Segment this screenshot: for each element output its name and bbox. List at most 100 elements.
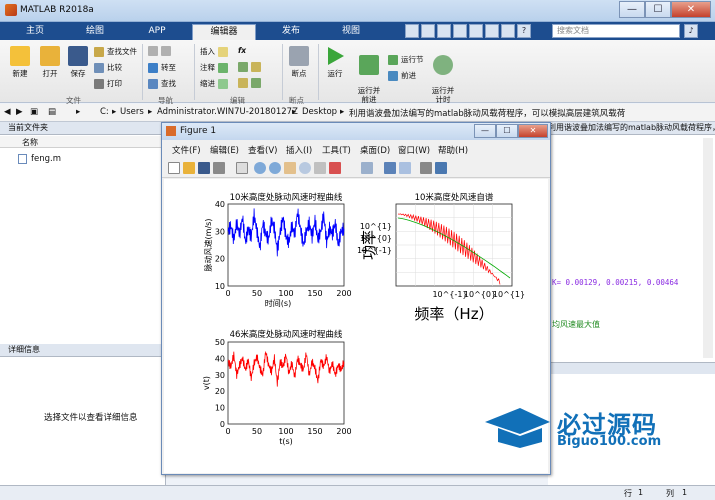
path-segment[interactable]: Administrator.WIN7U-20180127Z [157, 107, 298, 117]
menu-tools[interactable]: 工具(T) [322, 144, 351, 156]
column-header-name[interactable]: 名称 [0, 136, 166, 148]
zoom-out-icon[interactable] [269, 162, 281, 174]
row-label: 行 [624, 489, 632, 498]
menu-window[interactable]: 窗口(W) [398, 144, 430, 156]
path-segment[interactable]: Users [120, 107, 144, 117]
rotate-icon[interactable] [299, 162, 311, 174]
menu-view[interactable]: 查看(V) [248, 144, 277, 156]
address-bar[interactable]: ◀ ▶ ▣ ▤ ▸ C: ▸ Users ▸ Administrator.WIN… [0, 104, 715, 122]
help-quick-button[interactable]: ? [517, 24, 531, 38]
menu-file[interactable]: 文件(F) [172, 144, 201, 156]
path-root-icon: ▸ [76, 107, 81, 117]
copy-quick-icon[interactable] [437, 24, 451, 38]
folder-up-icon[interactable]: ▣ [30, 107, 38, 117]
search-docs-input[interactable]: 搜索文档 [552, 24, 680, 38]
tab-apps[interactable]: APP [128, 24, 186, 40]
switch-window-icon[interactable] [501, 24, 515, 38]
run-and-time-button[interactable]: 运行并 计时 [428, 46, 458, 104]
subplot-1-xticks: 0 50 100 150 200 [225, 289, 351, 298]
notification-icon[interactable]: ♪ [684, 24, 698, 38]
find-button[interactable]: 查找 [148, 78, 176, 89]
smart-indent-button[interactable] [238, 78, 261, 88]
y-tick-label: 40 [215, 354, 225, 363]
minimize-button[interactable]: — [619, 1, 645, 18]
percent-button[interactable] [238, 62, 261, 72]
tab-publish[interactable]: 发布 [262, 24, 320, 40]
y-tick-label: 40 [215, 200, 225, 209]
cut-quick-icon[interactable] [421, 24, 435, 38]
save-figure-icon[interactable] [198, 162, 210, 174]
save-button[interactable]: 保存 [64, 46, 92, 79]
data-cursor-icon[interactable] [314, 162, 326, 174]
tab-editor[interactable]: 编辑器 [192, 24, 256, 40]
col-value: 1 [682, 488, 688, 497]
insert-colorbar-icon[interactable] [384, 162, 396, 174]
insert-button[interactable]: 插入 [200, 46, 228, 57]
menu-insert[interactable]: 插入(I) [286, 144, 312, 156]
save-quick-icon[interactable] [405, 24, 419, 38]
menu-edit[interactable]: 编辑(E) [210, 144, 239, 156]
editor-scrollbar[interactable] [703, 138, 713, 358]
x-tick-label: 100 [278, 289, 293, 298]
figure-minimize-button[interactable]: — [474, 124, 496, 138]
nav-back-forward[interactable] [148, 46, 171, 56]
maximize-button[interactable]: ☐ [645, 1, 671, 18]
redo-quick-icon[interactable] [485, 24, 499, 38]
close-button[interactable]: ✕ [671, 1, 711, 18]
new-figure-icon[interactable] [168, 162, 180, 174]
compare-button[interactable]: 比较 [94, 62, 122, 73]
find-icon [148, 78, 158, 89]
tab-home[interactable]: 主页 [6, 24, 64, 40]
y-tick-label: 30 [215, 227, 225, 236]
file-item[interactable]: feng.m [18, 154, 61, 164]
tab-plots[interactable]: 绘图 [66, 24, 124, 40]
run-advance-button[interactable]: 运行并 前进 [354, 46, 384, 104]
subplot-2-ylabel: 功率 [360, 230, 378, 260]
advance-icon [388, 70, 398, 81]
run-icon [328, 47, 344, 65]
path-segment[interactable]: Desktop [302, 107, 337, 117]
x-tick-label: 200 [336, 289, 351, 298]
print-button[interactable]: 打印 [94, 78, 122, 89]
zoom-in-icon[interactable] [254, 162, 266, 174]
indent-button[interactable]: 缩进 [200, 78, 228, 89]
figure-icon [166, 126, 176, 136]
insert-legend-icon[interactable] [399, 162, 411, 174]
code-line: K= 0.00129, 0.00215, 0.00464 [552, 278, 679, 287]
open-file-icon[interactable] [183, 162, 195, 174]
find-files-button[interactable]: 查找文件 [94, 46, 137, 57]
open-button[interactable]: 打开 [36, 46, 64, 79]
insert-function-button[interactable]: fx [238, 46, 246, 55]
menu-help[interactable]: 帮助(H) [438, 144, 468, 156]
advance-button[interactable]: 前进 [388, 70, 416, 81]
forward-arrow-icon[interactable]: ▶ [16, 107, 23, 117]
figure-close-button[interactable]: ✕ [518, 124, 548, 138]
indent-icon [218, 78, 228, 89]
matlab-logo-icon [5, 4, 17, 16]
figure-maximize-button[interactable]: ☐ [496, 124, 518, 138]
back-arrow-icon[interactable]: ◀ [4, 107, 11, 117]
subplot-3-title: 46米高度处脉动风速时程曲线 [230, 329, 343, 340]
tab-view[interactable]: 视图 [322, 24, 380, 40]
y-tick-label: 10 [215, 404, 225, 413]
goto-button[interactable]: 转至 [148, 62, 176, 73]
percent-icon [238, 62, 248, 72]
menu-desktop[interactable]: 桌面(D) [360, 144, 390, 156]
hide-plot-tools-icon[interactable] [420, 162, 432, 174]
path-segment[interactable]: C: [100, 107, 109, 117]
browse-folder-icon[interactable]: ▤ [48, 107, 56, 117]
pointer-icon[interactable] [236, 162, 248, 174]
undo-quick-icon[interactable] [469, 24, 483, 38]
pan-icon[interactable] [284, 162, 296, 174]
print-figure-icon[interactable] [213, 162, 225, 174]
run-button[interactable]: 运行 [322, 46, 348, 79]
show-plot-tools-icon[interactable] [435, 162, 447, 174]
new-button[interactable]: 新建 [6, 46, 34, 79]
brush-icon[interactable] [329, 162, 341, 174]
breakpoints-button[interactable]: 断点 [286, 46, 312, 79]
run-section-button[interactable]: 运行节 [388, 54, 424, 65]
paste-quick-icon[interactable] [453, 24, 467, 38]
comment-button[interactable]: 注释 [200, 62, 228, 73]
link-plot-icon[interactable] [361, 162, 373, 174]
path-segment[interactable]: 利用谐波叠加法编写的matlab脉动风载荷程序，可以模拟高层建筑风载荷 [349, 107, 625, 119]
